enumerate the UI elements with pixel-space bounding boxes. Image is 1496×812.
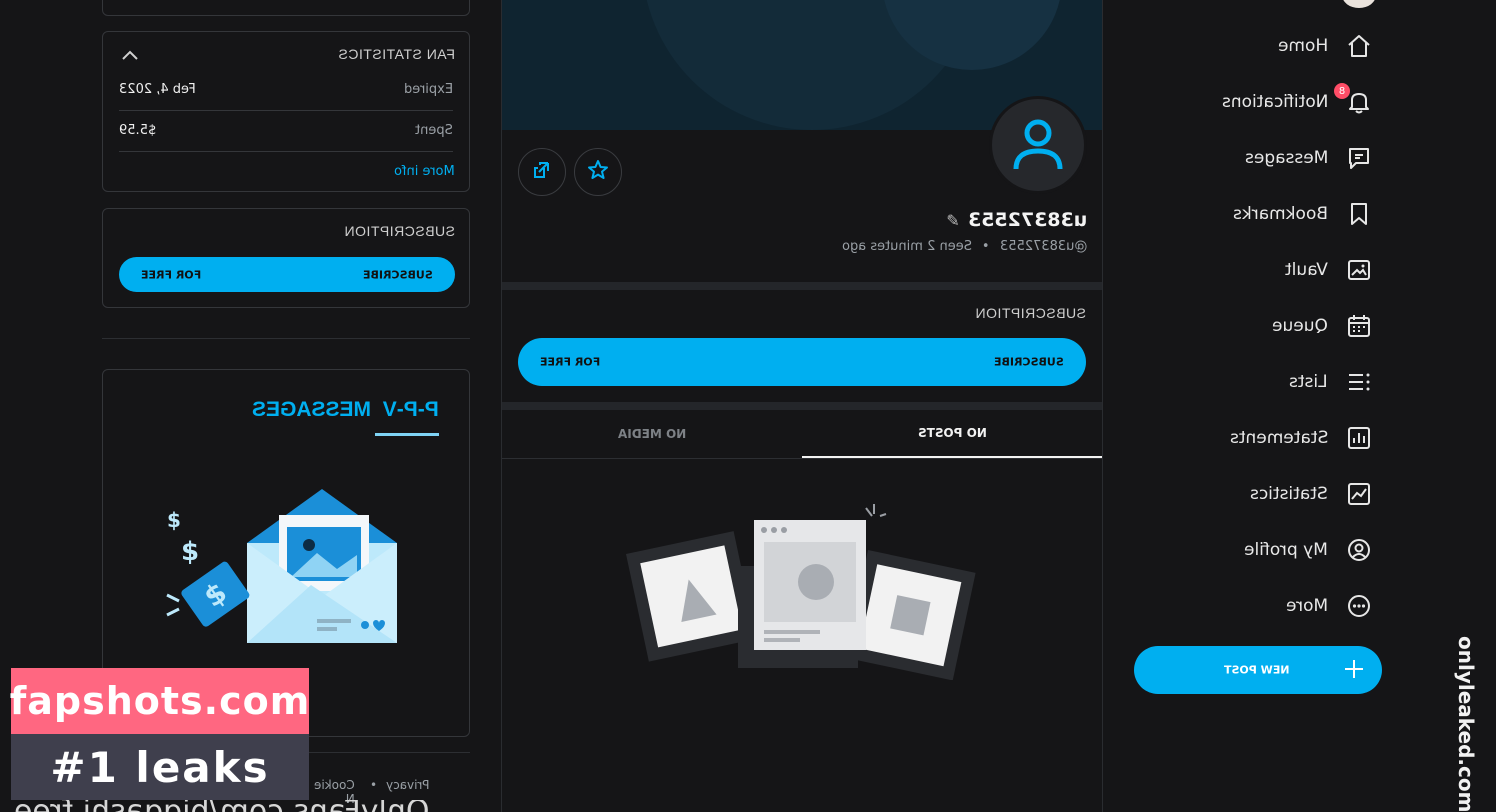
price-label: FOR FREE [540, 355, 601, 369]
profile-meta: Seen 2 minutes ago • @u38372553 [842, 239, 1087, 254]
expired-label: Expired [403, 82, 453, 97]
subscribe-button-left[interactable]: SUBSCRIBE FOR FREE [119, 257, 455, 292]
footer-url-text: OnlyFans.com/biggashi free [14, 800, 429, 812]
lists-icon [1346, 369, 1372, 395]
sidebar-item-statistics[interactable]: Statistics [1250, 474, 1372, 514]
footer-url-partial: OnlyFans.com/biggashi free [14, 800, 474, 812]
subscription-title-left: SUBSCRIPTION [343, 223, 455, 239]
sidebar-item-label: Vault [1285, 260, 1328, 280]
side-watermark-text: onlyleaked.com [1454, 636, 1478, 812]
home-icon [1346, 33, 1372, 59]
svg-text:$: $ [181, 537, 199, 567]
subscribe-label: SUBSCRIBE [994, 355, 1064, 369]
bell-icon: 8 [1334, 83, 1372, 115]
new-post-label: NEW POST [1224, 663, 1290, 677]
sidebar-item-label: Lists [1289, 372, 1328, 392]
previous-card-stub [102, 0, 470, 16]
subscription-card-left: SUBSCRIPTION SUBSCRIBE FOR FREE [102, 208, 470, 308]
sidebar-item-more[interactable]: More [1286, 586, 1372, 626]
bookmark-icon [1346, 201, 1372, 227]
profile-name: u38372553 [967, 209, 1087, 231]
sidebar-item-statements[interactable]: Statements [1230, 418, 1372, 458]
sidebar-item-label: Statistics [1250, 484, 1328, 504]
side-watermark: onlyleaked.com [1442, 636, 1496, 812]
sidebar-item-label: Home [1277, 36, 1328, 56]
collapse-chevron-icon[interactable] [121, 46, 139, 65]
sidebar-item-messages[interactable]: Messages [1245, 138, 1372, 178]
avatar-placeholder [992, 99, 1084, 191]
sidebar-item-my-profile[interactable]: My profile [1244, 530, 1372, 570]
price-label: FOR FREE [141, 268, 202, 281]
tab-no-media-label: NO MEDIA [617, 427, 687, 441]
avatar[interactable] [989, 96, 1087, 194]
profile-name-row: ✎ u38372553 [946, 209, 1087, 231]
sidebar-item-label: Statements [1229, 428, 1328, 448]
ppv-title-underline [375, 433, 439, 436]
footer-dot: • [370, 778, 378, 792]
plus-icon [1342, 657, 1366, 684]
notification-badge: 8 [1334, 83, 1350, 99]
spent-value: $5.59 [119, 123, 157, 138]
profile-handle: @u38372553 [999, 239, 1087, 254]
favorite-button[interactable] [574, 148, 622, 196]
subscribe-button[interactable]: SUBSCRIBE FOR FREE [518, 338, 1086, 386]
spent-label: Spent [415, 123, 453, 138]
star-icon [587, 159, 609, 185]
new-post-button[interactable]: NEW POST [1134, 646, 1382, 694]
vault-icon [1346, 257, 1372, 283]
sidebar-item-home[interactable]: Home [1278, 26, 1372, 66]
divider [102, 338, 470, 339]
sidebar-item-label: More [1285, 596, 1328, 616]
fan-stat-row: Spent $5.59 [119, 111, 453, 152]
profile-icon [1346, 537, 1372, 563]
sidebar-item-label: Messages [1244, 148, 1328, 168]
tabs-underline [502, 458, 1102, 459]
section-separator [502, 402, 1102, 410]
watermark-tagline: #1 leaks [11, 734, 309, 800]
sidebar-item-queue[interactable]: Queue [1272, 306, 1372, 346]
message-icon [1346, 145, 1372, 171]
user-icon [1013, 119, 1063, 170]
edit-pencil-icon[interactable]: ✎ [946, 211, 959, 230]
sidebar-item-label: Notifications [1221, 92, 1328, 112]
tab-no-posts[interactable]: NO POSTS [802, 410, 1102, 458]
expired-value: Feb 4, 2023 [119, 82, 196, 97]
sidebar-item-bookmarks[interactable]: Bookmarks [1233, 194, 1372, 234]
last-seen: Seen 2 minutes ago [841, 239, 972, 254]
statements-icon [1346, 425, 1372, 451]
share-button[interactable] [518, 148, 566, 196]
ppv-messages-title: P-P-V MESSAGES [252, 398, 439, 421]
sidebar-item-notifications[interactable]: Notifications 8 [1222, 82, 1372, 122]
profile-main-column: ✎ u38372553 Seen 2 minutes ago • @u38372… [501, 0, 1103, 812]
statistics-icon [1346, 481, 1372, 507]
sidebar-item-label: Bookmarks [1233, 204, 1328, 224]
subscription-title: SUBSCRIPTION [974, 305, 1086, 321]
sidebar-item-label: Queue [1272, 316, 1328, 336]
share-icon [531, 159, 553, 185]
fan-stat-row: Expired Feb 4, 2023 [119, 70, 453, 111]
tab-no-media[interactable]: NO MEDIA [502, 410, 802, 458]
more-icon [1346, 593, 1372, 619]
subscribe-label: SUBSCRIBE [363, 268, 433, 281]
sidebar-item-vault[interactable]: Vault [1285, 250, 1372, 290]
sidebar-item-lists[interactable]: Lists [1289, 362, 1372, 402]
more-info-link[interactable]: More info [394, 164, 455, 179]
watermark-site: fapshots.com [10, 668, 309, 734]
sidebar-item-label: My profile [1244, 540, 1328, 560]
fan-statistics-title: FAN STATISTICS [338, 46, 455, 62]
empty-state-illustration [626, 504, 976, 680]
svg-text:$: $ [167, 508, 181, 532]
meta-dot: • [981, 239, 990, 254]
profile-avatar-top[interactable] [1342, 0, 1376, 8]
section-separator [502, 282, 1102, 290]
tab-no-posts-label: NO POSTS [917, 426, 987, 440]
calendar-icon [1346, 313, 1372, 339]
privacy-link[interactable]: Privacy [386, 778, 429, 792]
fan-statistics-card: FAN STATISTICS Expired Feb 4, 2023 Spent… [102, 31, 470, 192]
envelope-illustration: $ $ $ [166, 489, 397, 643]
